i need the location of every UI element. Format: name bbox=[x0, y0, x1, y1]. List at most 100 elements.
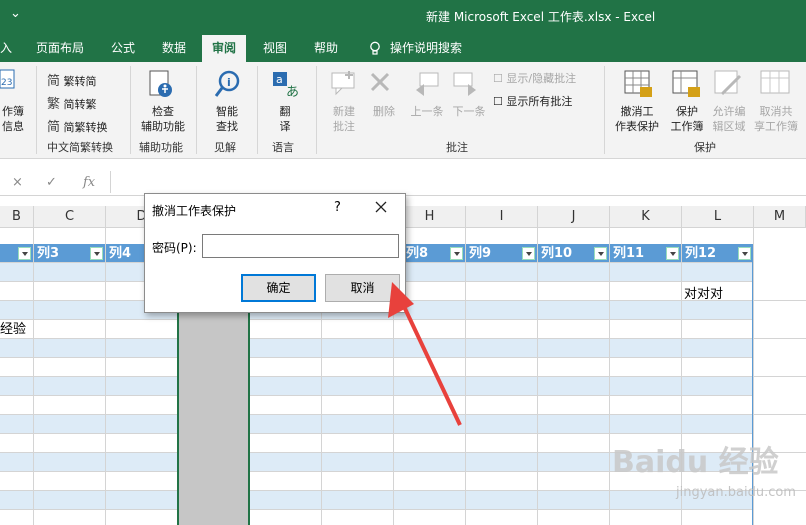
convert-icon: 简 bbox=[47, 120, 61, 135]
filter-dropdown-button[interactable] bbox=[450, 247, 463, 260]
group-comments: 批注 bbox=[446, 141, 468, 154]
chevron-down-icon[interactable]: ⌄ bbox=[10, 6, 21, 21]
ok-button[interactable]: 确定 bbox=[241, 274, 316, 302]
cancel-button[interactable]: 取消 bbox=[325, 274, 400, 302]
tab-search[interactable]: 操作说明搜索 bbox=[368, 39, 462, 59]
tab-review[interactable]: 审阅 bbox=[202, 35, 247, 62]
table-row[interactable] bbox=[0, 358, 806, 377]
next-comment-icon bbox=[453, 72, 476, 96]
formula-input[interactable] bbox=[110, 171, 806, 193]
next-comment-label: 下一条 bbox=[452, 105, 486, 118]
unprotect-sheet-dialog: 撤消工作表保护 ? 密码(P): 确定 取消 bbox=[144, 193, 406, 313]
cancel-icon[interactable]: × bbox=[12, 175, 23, 190]
show-all-comments-label: 显示所有批注 bbox=[506, 95, 573, 108]
window-title: 新建 Microsoft Excel 工作表.xlsx - Excel bbox=[426, 10, 656, 24]
tab-data[interactable]: 数据 bbox=[162, 39, 186, 59]
table-row[interactable] bbox=[0, 510, 806, 525]
accessibility-line2: 辅助功能 bbox=[141, 120, 185, 133]
tab-formulas[interactable]: 公式 bbox=[111, 39, 135, 59]
column-header-l[interactable]: L bbox=[682, 206, 754, 228]
filter-dropdown-button[interactable] bbox=[738, 247, 751, 260]
column-header-m[interactable]: M bbox=[754, 206, 806, 228]
table-header-cell: 列11 bbox=[613, 246, 645, 261]
unprotect-sheet-line2: 作表保护 bbox=[615, 120, 659, 133]
unprotect-sheet-icon bbox=[624, 70, 652, 97]
allow-edit-ranges-line2: 辑区域 bbox=[712, 120, 746, 133]
translate-icon: aあ bbox=[273, 72, 299, 100]
table-row[interactable] bbox=[0, 491, 752, 510]
dialog-title: 撤消工作表保护 bbox=[152, 204, 237, 218]
tab-help[interactable]: 帮助 bbox=[314, 39, 338, 59]
help-button[interactable]: ? bbox=[334, 200, 341, 215]
ribbon-separator bbox=[604, 66, 605, 154]
table-header-cell: 列4 bbox=[109, 246, 132, 261]
table-header-cell: 列12 bbox=[685, 246, 717, 261]
table-row[interactable] bbox=[0, 396, 806, 415]
unshare-workbook-line1: 取消共 bbox=[759, 105, 793, 118]
group-insights: 见解 bbox=[214, 141, 236, 154]
close-icon[interactable] bbox=[373, 199, 389, 215]
table-row[interactable] bbox=[0, 377, 752, 396]
table-border bbox=[752, 244, 753, 525]
delete-comment-label: 删除 bbox=[373, 105, 395, 118]
column-header-i[interactable]: I bbox=[466, 206, 538, 228]
new-comment-line1: 新建 bbox=[333, 105, 355, 118]
table-row[interactable] bbox=[0, 320, 806, 339]
show-all-comments-icon: ☐ bbox=[493, 95, 503, 108]
translate-line1: 翻 bbox=[279, 105, 291, 118]
previous-comment-label: 上一条 bbox=[410, 105, 444, 118]
grid-line bbox=[105, 228, 106, 525]
simp-to-trad-button[interactable]: 繁 简转繁 bbox=[47, 93, 97, 112]
unshare-workbook-icon bbox=[760, 70, 790, 94]
svg-text:あ: あ bbox=[286, 85, 299, 100]
simp-to-trad-icon: 繁 bbox=[47, 97, 61, 112]
group-chinese: 中文简繁转换 bbox=[47, 141, 113, 154]
column-header-b[interactable]: B bbox=[0, 206, 34, 228]
protect-workbook-line2: 工作簿 bbox=[670, 120, 704, 133]
convert-button[interactable]: 简 简繁转换 bbox=[47, 116, 108, 135]
convert-label: 简繁转换 bbox=[63, 121, 108, 134]
table-header-cell: 列9 bbox=[469, 246, 492, 261]
protect-workbook-icon bbox=[672, 70, 700, 97]
cell-l2[interactable]: 对对对 bbox=[684, 285, 723, 304]
excel-window: ⌄ 新建 Microsoft Excel 工作表.xlsx - Excel 入 … bbox=[0, 0, 806, 525]
filter-dropdown-button[interactable] bbox=[594, 247, 607, 260]
ribbon-tabs: 入 页面布局 公式 数据 审阅 视图 帮助 操作说明搜索 bbox=[0, 30, 806, 62]
column-header-j[interactable]: J bbox=[538, 206, 610, 228]
table-header-cell: 列10 bbox=[541, 246, 573, 261]
column-header-c[interactable]: C bbox=[34, 206, 106, 228]
table-row[interactable] bbox=[0, 415, 752, 434]
baidu-watermark: Baidu 经验 bbox=[612, 445, 779, 480]
accessibility-check-icon bbox=[149, 70, 172, 97]
smart-lookup-line1: 智能 bbox=[216, 105, 238, 118]
ribbon-separator bbox=[257, 66, 258, 154]
baidu-watermark-url: jingyan.baidu.com bbox=[676, 485, 796, 500]
svg-text:a: a bbox=[276, 73, 283, 86]
table-row[interactable] bbox=[0, 339, 752, 358]
ribbon: 23 作簿 信息 简 繁转简 繁 简转繁 简 简繁转换 中文简繁转换 检查 辅助… bbox=[0, 62, 806, 159]
filter-dropdown-button[interactable] bbox=[522, 247, 535, 260]
show-all-comments-button[interactable]: ☐ 显示所有批注 bbox=[493, 93, 572, 109]
filter-dropdown-button[interactable] bbox=[90, 247, 103, 260]
filter-dropdown-button[interactable] bbox=[666, 247, 679, 260]
ribbon-separator bbox=[130, 66, 131, 154]
allow-edit-ranges-icon bbox=[714, 70, 742, 96]
insert-function-icon[interactable]: fx bbox=[83, 175, 95, 190]
column-header-k[interactable]: K bbox=[610, 206, 682, 228]
show-hide-comment-icon: ☐ bbox=[493, 72, 503, 85]
trad-to-simp-button[interactable]: 简 繁转简 bbox=[47, 70, 97, 89]
tab-view[interactable]: 视图 bbox=[263, 39, 287, 59]
protect-workbook-line1: 保护 bbox=[676, 105, 698, 118]
grid-line bbox=[537, 228, 538, 525]
enter-icon[interactable]: ✓ bbox=[46, 175, 57, 190]
tab-insert[interactable]: 入 bbox=[0, 39, 12, 59]
password-input[interactable] bbox=[202, 234, 399, 258]
filter-dropdown-button[interactable] bbox=[18, 247, 31, 260]
new-comment-icon bbox=[331, 71, 355, 96]
table-header-cell: 列8 bbox=[406, 246, 429, 261]
accessibility-line1: 检查 bbox=[152, 105, 174, 118]
tab-page-layout[interactable]: 页面布局 bbox=[36, 39, 84, 59]
show-hide-comment-button[interactable]: ☐ 显示/隐藏批注 bbox=[493, 70, 576, 86]
grid-line bbox=[609, 228, 610, 525]
cell-b3[interactable]: 经验 bbox=[0, 320, 26, 339]
